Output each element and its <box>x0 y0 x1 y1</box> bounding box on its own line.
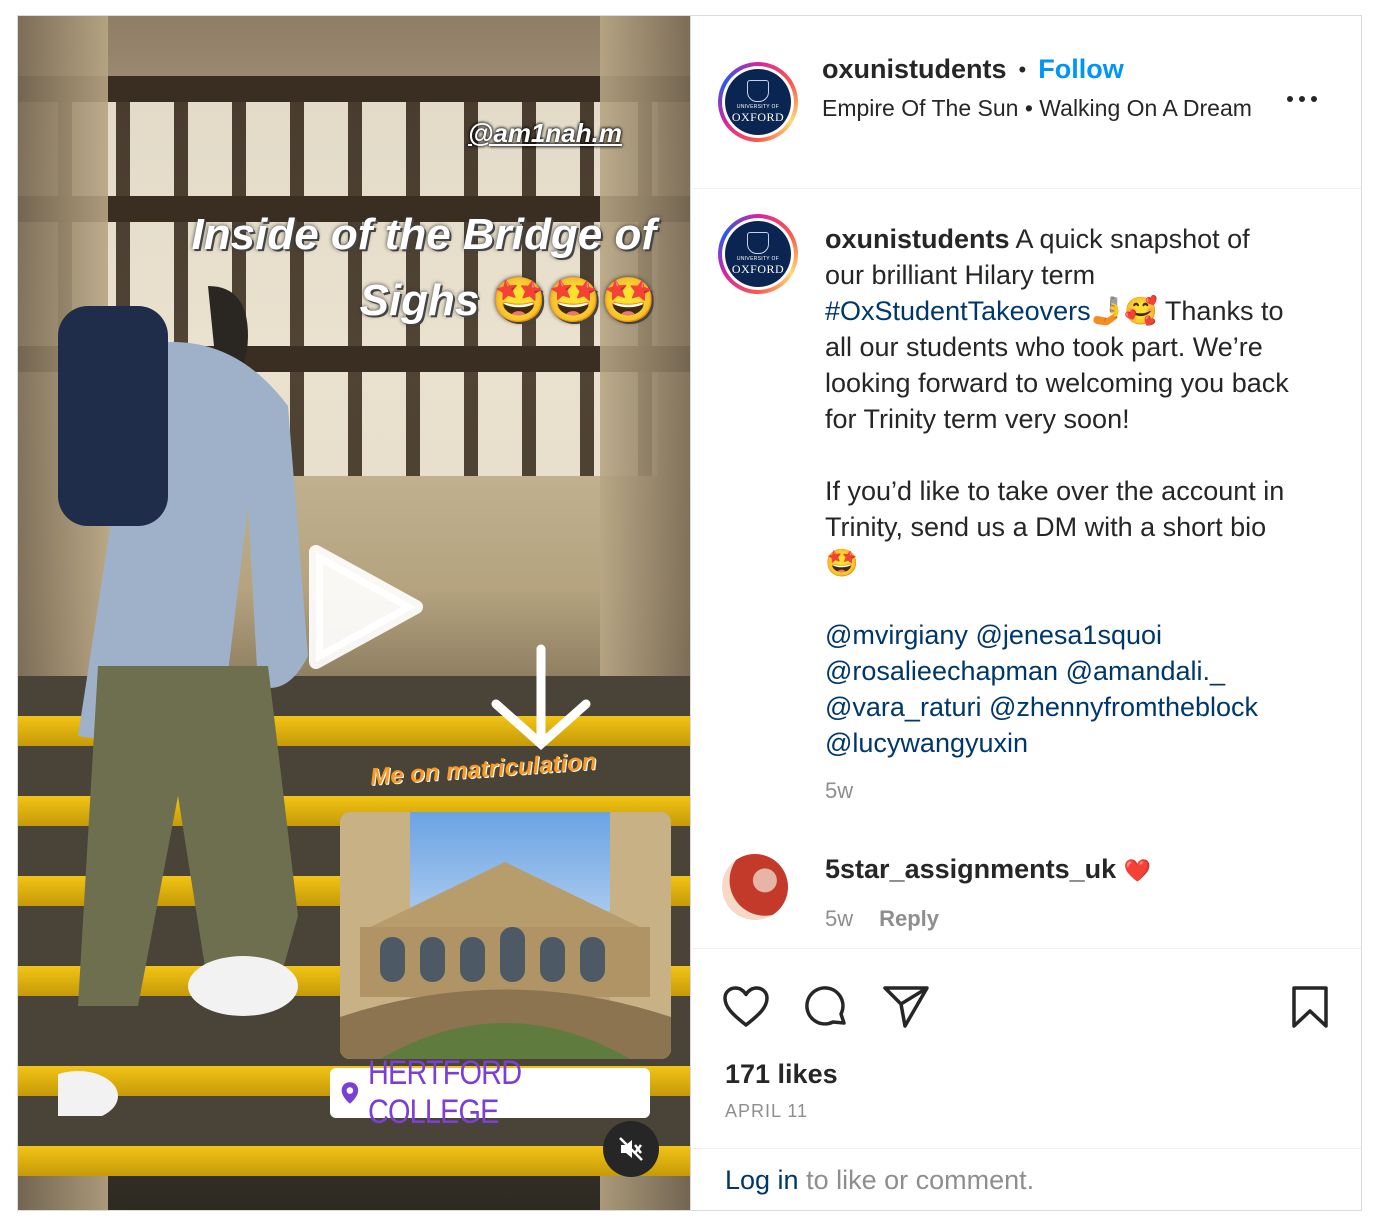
music-title: Walking On A Dream <box>1039 95 1252 121</box>
mute-icon <box>619 1137 643 1161</box>
username-link[interactable]: oxunistudents <box>822 54 1007 85</box>
oxford-logo: UNIVERSITY OF OXFORD <box>725 69 791 135</box>
mention-link[interactable]: @vara_raturi <box>825 692 981 722</box>
mention-link[interactable]: @zhennyfromtheblock <box>989 692 1258 722</box>
save-button[interactable] <box>1284 981 1336 1033</box>
music-info[interactable]: Empire Of The Sun • Walking On A Dream <box>822 92 1262 124</box>
comment-avatar[interactable] <box>722 854 788 920</box>
heart-emoji: ❤️ <box>1123 858 1152 883</box>
hashtag-link[interactable]: #OxStudentTakeovers <box>825 296 1091 326</box>
crest-icon <box>747 79 769 102</box>
crest-icon <box>747 231 769 254</box>
comment-button[interactable] <box>800 981 852 1033</box>
bookmark-icon <box>1292 986 1328 1028</box>
music-artist: Empire Of The Sun <box>822 95 1019 121</box>
caption-timestamp[interactable]: 5w <box>825 773 1295 809</box>
post-header: UNIVERSITY OF OXFORD oxunistudents • Fol… <box>692 16 1361 189</box>
more-options-icon[interactable] <box>1287 96 1323 108</box>
mention-link[interactable]: @amandali._ <box>1066 656 1226 686</box>
caption-emoji: 🤩 <box>825 548 859 578</box>
story-title-line2: Sighs <box>359 276 480 325</box>
mention-list: @mvirgiany @jenesa1squoi @rosalieechapma… <box>825 617 1295 761</box>
like-button[interactable] <box>720 981 772 1033</box>
comment-icon <box>805 986 846 1026</box>
share-button[interactable] <box>880 981 932 1033</box>
location-pin-icon <box>341 1082 359 1104</box>
separator: • <box>1018 56 1027 82</box>
mention-link[interactable]: @mvirgiany <box>825 620 968 650</box>
header-title-row: oxunistudents • Follow <box>822 54 1124 85</box>
ceiling-beam <box>18 76 690 102</box>
post-sidebar: UNIVERSITY OF OXFORD oxunistudents • Fol… <box>692 16 1361 1210</box>
location-sticker: HERTFORD COLLEGE <box>330 1054 650 1131</box>
music-separator: • <box>1024 95 1033 121</box>
location-name: HERTFORD COLLEGE <box>367 1054 522 1131</box>
reply-button[interactable]: Reply <box>879 906 939 932</box>
story-title-line1: Inside of the Bridge of <box>191 210 656 259</box>
mention-link[interactable]: @rosalieechapman <box>825 656 1058 686</box>
oxford-logo: UNIVERSITY OF OXFORD <box>725 221 791 287</box>
follow-button[interactable]: Follow <box>1038 54 1123 85</box>
student-figure <box>58 286 308 1116</box>
caption-text: If you’d like to take over the account i… <box>825 476 1285 542</box>
likes-count[interactable]: 171 likes <box>725 1059 838 1090</box>
avatar[interactable]: UNIVERSITY OF OXFORD <box>718 62 798 142</box>
comment: 5star_assignments_uk ❤️ <box>825 854 1151 885</box>
comment-meta: 5w Reply <box>825 906 939 932</box>
login-text: to like or comment. <box>798 1165 1035 1195</box>
story-mention: @am1nah.m <box>468 118 622 148</box>
comment-username[interactable]: 5star_assignments_uk <box>825 854 1116 884</box>
login-prompt: Log in to like or comment. <box>692 1148 1361 1210</box>
mention-link[interactable]: @lucywangyuxin <box>825 728 1028 758</box>
instagram-post: @am1nah.m Inside of the Bridge of Sighs … <box>17 15 1362 1211</box>
avatar-name-text: OXFORD <box>731 261 785 276</box>
caption-emoji: 🤳🥰 <box>1090 296 1158 326</box>
mention-link[interactable]: @jenesa1squoi <box>975 620 1162 650</box>
action-bar: 171 likes APRIL 11 <box>692 948 1361 1148</box>
post-caption: oxunistudents A quick snapshot of our br… <box>825 221 1295 809</box>
comment-timestamp[interactable]: 5w <box>825 906 853 932</box>
stair-step <box>18 1146 690 1176</box>
post-date: APRIL 11 <box>725 1101 809 1121</box>
caption-username[interactable]: oxunistudents <box>825 224 1010 254</box>
story-title: Inside of the Bridge of Sighs 🤩🤩🤩 <box>76 202 656 334</box>
avatar-name-text: OXFORD <box>731 109 785 124</box>
login-link[interactable]: Log in <box>725 1165 799 1195</box>
arrow-down-icon <box>491 644 591 751</box>
play-icon[interactable] <box>296 542 426 672</box>
caption-avatar[interactable]: UNIVERSITY OF OXFORD <box>718 214 798 294</box>
star-eyes-emoji: 🤩🤩🤩 <box>491 276 656 325</box>
bridge-of-sighs-photo <box>340 812 671 1059</box>
heart-icon <box>723 986 769 1027</box>
send-icon <box>883 986 929 1028</box>
post-video[interactable]: @am1nah.m Inside of the Bridge of Sighs … <box>18 16 691 1210</box>
mute-button[interactable] <box>603 1121 659 1177</box>
